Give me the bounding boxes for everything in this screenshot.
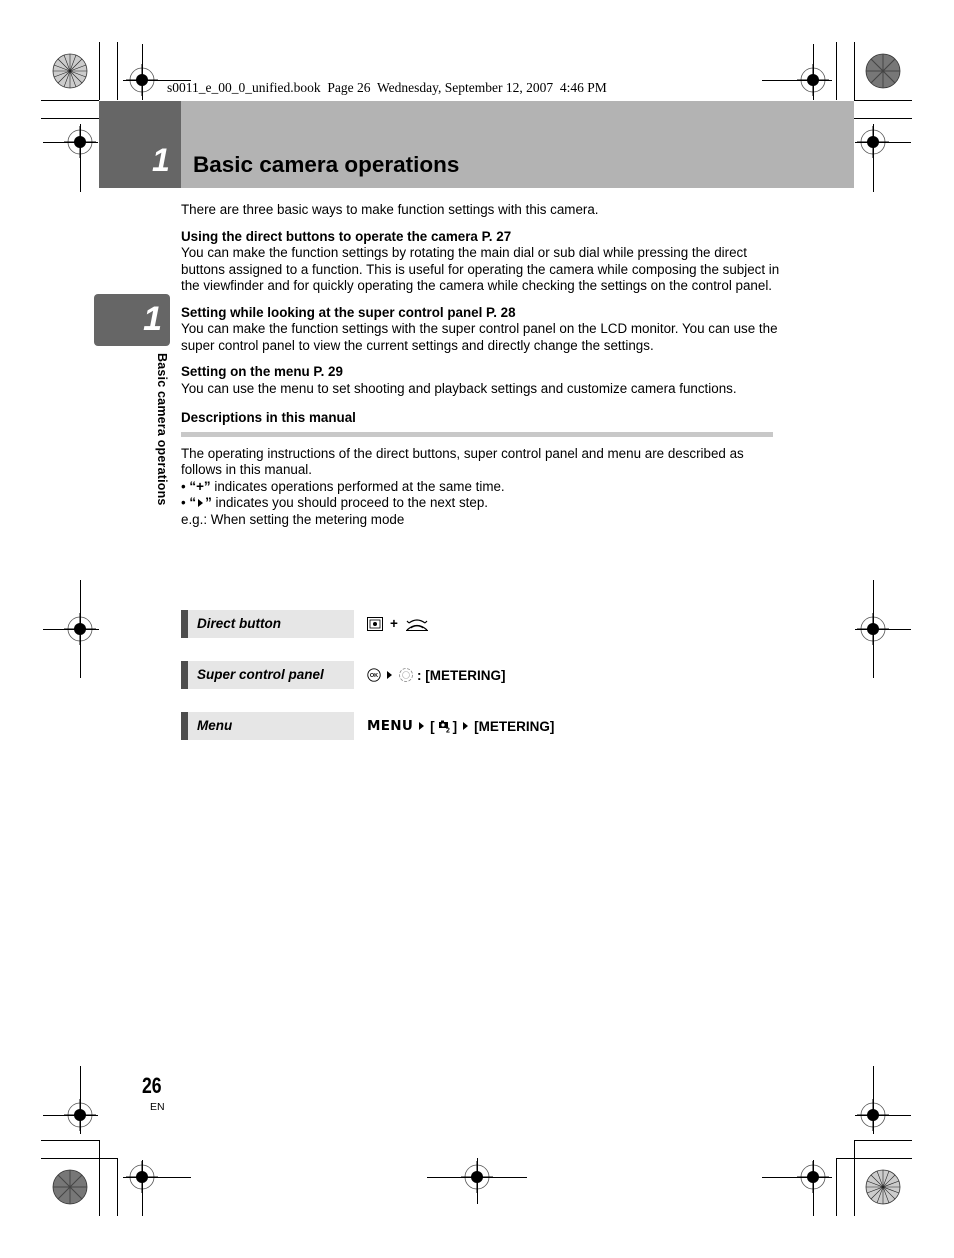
chapter-side-tab: 1	[94, 294, 170, 346]
registration-line	[873, 580, 874, 678]
registration-line	[80, 1066, 81, 1134]
crop-line	[836, 1158, 837, 1216]
intro-text: There are three basic ways to make funct…	[181, 202, 599, 217]
example-row-direct-button: Direct button +	[181, 610, 781, 638]
registration-line	[43, 629, 99, 630]
bullet-item: • “” indicates you should proceed to the…	[181, 495, 489, 510]
color-star-target-icon	[865, 1169, 901, 1205]
example-label: Direct button	[181, 610, 354, 638]
example-label-text: Super control panel	[197, 667, 324, 682]
menu-tab-number: 2	[446, 728, 450, 734]
arrow-pad-icon	[399, 668, 413, 682]
dial-icon	[405, 618, 428, 631]
setting-name: : [METERING]	[417, 667, 506, 683]
crop-line	[99, 42, 100, 100]
example-value: OK : [METERING]	[367, 667, 506, 683]
crop-line	[41, 118, 99, 119]
setting-name: [METERING]	[474, 718, 555, 734]
registration-line	[813, 1160, 814, 1216]
section-heading: Setting on the menu P. 29	[181, 364, 343, 379]
registration-line	[43, 1115, 98, 1116]
metering-button-icon	[367, 616, 383, 631]
chapter-number: 1	[152, 142, 170, 178]
registration-line	[123, 1177, 191, 1178]
example-row-super-control-panel: Super control panel OK : [METERING]	[181, 661, 781, 689]
section-heading: Setting while looking at the super contr…	[181, 304, 516, 320]
registration-line	[80, 580, 81, 678]
menu-tab-open: [	[430, 718, 435, 734]
section-super-control-panel: Setting while looking at the super contr…	[181, 305, 781, 355]
shooting-menu-tab-icon: 2	[438, 720, 450, 734]
color-star-target-icon	[865, 53, 901, 89]
crop-line	[117, 1158, 118, 1216]
side-tab-number: 1	[143, 300, 162, 338]
menu-tab-close: ]	[452, 718, 458, 734]
crop-line	[854, 118, 912, 119]
section-body: You can make the function settings by ro…	[181, 245, 780, 293]
registration-line	[762, 1177, 832, 1178]
next-step-arrow-icon	[463, 722, 469, 730]
crop-line	[41, 1140, 99, 1141]
registration-line	[80, 124, 81, 192]
next-step-arrow-icon	[198, 499, 204, 507]
crop-line	[117, 42, 118, 100]
registration-line	[855, 142, 911, 143]
example-label-text: Direct button	[197, 616, 281, 631]
ok-button-icon: OK	[367, 668, 381, 682]
section-direct-buttons: Using the direct buttons to operate the …	[181, 229, 781, 295]
crop-line	[854, 1140, 855, 1216]
bullet-text: indicates operations performed at the sa…	[210, 478, 505, 494]
crop-line	[99, 1140, 100, 1216]
example-label: Super control panel	[181, 661, 354, 689]
registration-line	[855, 1115, 911, 1116]
registration-line	[142, 44, 143, 100]
registration-line	[142, 1160, 143, 1216]
page-title: Basic camera operations	[193, 152, 460, 177]
registration-line	[873, 1066, 874, 1134]
svg-text:OK: OK	[370, 673, 378, 679]
example-label-text: Menu	[197, 718, 233, 733]
example-label: Menu	[181, 712, 354, 740]
side-tab-label: Basic camera operations	[155, 353, 169, 506]
crop-line	[836, 42, 837, 100]
crop-line	[854, 100, 912, 101]
bullet-symbol: “”	[189, 495, 212, 510]
example-caption: e.g.: When setting the metering mode	[181, 511, 405, 527]
color-star-target-icon	[52, 1169, 88, 1205]
main-content: There are three basic ways to make funct…	[181, 202, 781, 528]
registration-line	[855, 629, 911, 630]
section-menu: Setting on the menu P. 29 You can use th…	[181, 364, 781, 397]
registration-line	[762, 80, 832, 81]
registration-line	[813, 44, 814, 100]
heading-underline-bar	[181, 431, 773, 437]
example-row-menu: Menu MENU [ 2 ] [METERING]	[181, 712, 781, 740]
menu-button-label: MENU	[367, 718, 414, 734]
language-code: EN	[150, 1101, 165, 1113]
registration-line	[477, 1158, 478, 1204]
next-step-arrow-icon	[387, 671, 392, 679]
example-value: +	[367, 616, 429, 631]
registration-line	[873, 124, 874, 192]
example-value: MENU [ 2 ] [METERING]	[367, 718, 554, 734]
crop-line	[836, 1158, 912, 1159]
bullet-symbol: “+”	[189, 478, 211, 494]
page-number: 26	[142, 1073, 162, 1098]
crop-line	[854, 42, 855, 100]
next-step-arrow-icon	[419, 722, 425, 730]
print-slug: s0011_e_00_0_unified.book Page 26 Wednes…	[167, 80, 607, 95]
crop-line	[41, 100, 99, 101]
registration-line	[43, 142, 98, 143]
bullet-text: indicates you should proceed to the next…	[211, 495, 489, 510]
section-body: You can make the function settings with …	[181, 321, 778, 353]
color-star-target-icon	[52, 53, 88, 89]
descriptions-heading: Descriptions in this manual	[181, 410, 356, 425]
section-body: You can use the menu to set shooting and…	[181, 380, 737, 396]
section-heading: Using the direct buttons to operate the …	[181, 228, 512, 244]
plus-sign: +	[390, 616, 398, 631]
bullet-item: • “+” indicates operations performed at …	[181, 478, 505, 494]
crop-line	[854, 1140, 912, 1141]
crop-line	[41, 1158, 117, 1159]
descriptions-body: The operating instructions of the direct…	[181, 445, 744, 478]
